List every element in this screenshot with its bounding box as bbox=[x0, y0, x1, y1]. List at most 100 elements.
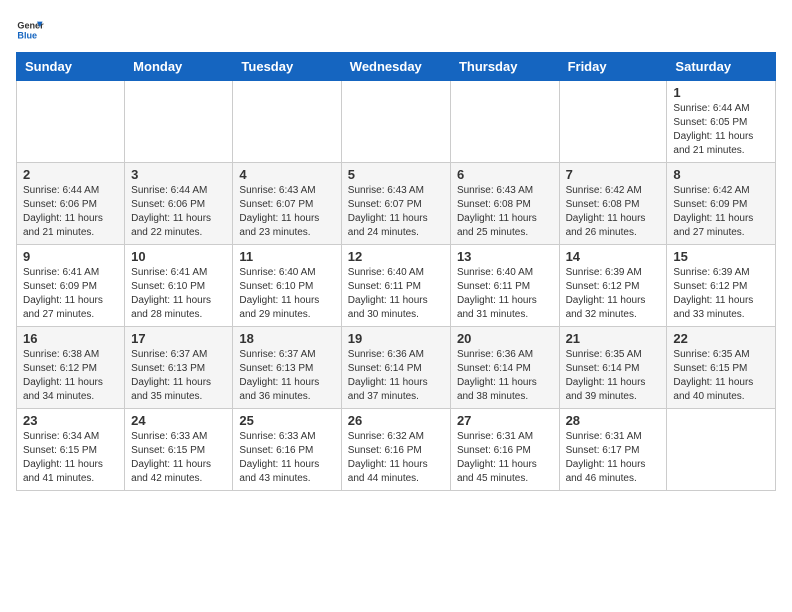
calendar-cell: 20 Sunrise: 6:36 AMSunset: 6:14 PMDayligh… bbox=[450, 327, 559, 409]
calendar-cell: 22 Sunrise: 6:35 AMSunset: 6:15 PMDayligh… bbox=[667, 327, 776, 409]
day-info: Sunrise: 6:41 AMSunset: 6:09 PMDaylight:… bbox=[23, 266, 118, 322]
calendar-cell bbox=[341, 81, 450, 163]
weekday-header-tuesday: Tuesday bbox=[233, 53, 341, 81]
calendar-cell: 11 Sunrise: 6:40 AMSunset: 6:10 PMDayligh… bbox=[233, 245, 341, 327]
calendar-cell bbox=[233, 81, 341, 163]
calendar-cell: 10 Sunrise: 6:41 AMSunset: 6:10 PMDayligh… bbox=[125, 245, 233, 327]
calendar-cell: 1 Sunrise: 6:44 AMSunset: 6:05 PMDaylight… bbox=[667, 81, 776, 163]
calendar-cell: 19 Sunrise: 6:36 AMSunset: 6:14 PMDayligh… bbox=[341, 327, 450, 409]
day-number: 11 bbox=[239, 249, 334, 264]
calendar-cell: 12 Sunrise: 6:40 AMSunset: 6:11 PMDayligh… bbox=[341, 245, 450, 327]
day-info: Sunrise: 6:42 AMSunset: 6:08 PMDaylight:… bbox=[566, 184, 661, 240]
day-info: Sunrise: 6:37 AMSunset: 6:13 PMDaylight:… bbox=[239, 348, 334, 404]
day-info: Sunrise: 6:40 AMSunset: 6:10 PMDaylight:… bbox=[239, 266, 334, 322]
day-info: Sunrise: 6:36 AMSunset: 6:14 PMDaylight:… bbox=[348, 348, 444, 404]
calendar-cell bbox=[17, 81, 125, 163]
day-number: 2 bbox=[23, 167, 118, 182]
day-number: 23 bbox=[23, 413, 118, 428]
day-info: Sunrise: 6:39 AMSunset: 6:12 PMDaylight:… bbox=[673, 266, 769, 322]
calendar-cell: 27 Sunrise: 6:31 AMSunset: 6:16 PMDayligh… bbox=[450, 409, 559, 491]
calendar-cell: 13 Sunrise: 6:40 AMSunset: 6:11 PMDayligh… bbox=[450, 245, 559, 327]
day-number: 25 bbox=[239, 413, 334, 428]
day-number: 4 bbox=[239, 167, 334, 182]
day-number: 16 bbox=[23, 331, 118, 346]
day-info: Sunrise: 6:35 AMSunset: 6:14 PMDaylight:… bbox=[566, 348, 661, 404]
day-number: 22 bbox=[673, 331, 769, 346]
day-info: Sunrise: 6:31 AMSunset: 6:17 PMDaylight:… bbox=[566, 430, 661, 486]
day-info: Sunrise: 6:38 AMSunset: 6:12 PMDaylight:… bbox=[23, 348, 118, 404]
calendar-cell: 18 Sunrise: 6:37 AMSunset: 6:13 PMDayligh… bbox=[233, 327, 341, 409]
day-number: 19 bbox=[348, 331, 444, 346]
day-info: Sunrise: 6:36 AMSunset: 6:14 PMDaylight:… bbox=[457, 348, 553, 404]
svg-text:Blue: Blue bbox=[17, 30, 37, 40]
day-info: Sunrise: 6:35 AMSunset: 6:15 PMDaylight:… bbox=[673, 348, 769, 404]
day-number: 13 bbox=[457, 249, 553, 264]
weekday-header-saturday: Saturday bbox=[667, 53, 776, 81]
logo-icon: General Blue bbox=[16, 16, 44, 44]
day-number: 6 bbox=[457, 167, 553, 182]
day-info: Sunrise: 6:32 AMSunset: 6:16 PMDaylight:… bbox=[348, 430, 444, 486]
day-info: Sunrise: 6:40 AMSunset: 6:11 PMDaylight:… bbox=[457, 266, 553, 322]
weekday-header-thursday: Thursday bbox=[450, 53, 559, 81]
calendar-cell bbox=[559, 81, 667, 163]
day-number: 17 bbox=[131, 331, 226, 346]
calendar-cell: 3 Sunrise: 6:44 AMSunset: 6:06 PMDaylight… bbox=[125, 163, 233, 245]
week-row-5: 23Sunrise: 6:34 AMSunset: 6:15 PMDayligh… bbox=[17, 409, 776, 491]
calendar-cell: 16 Sunrise: 6:38 AMSunset: 6:12 PMDayligh… bbox=[17, 327, 125, 409]
day-number: 9 bbox=[23, 249, 118, 264]
day-number: 20 bbox=[457, 331, 553, 346]
day-info: Sunrise: 6:44 AMSunset: 6:06 PMDaylight:… bbox=[23, 184, 118, 240]
calendar-cell bbox=[125, 81, 233, 163]
day-number: 10 bbox=[131, 249, 226, 264]
header: General Blue bbox=[16, 16, 776, 44]
day-number: 12 bbox=[348, 249, 444, 264]
week-row-1: 1 Sunrise: 6:44 AMSunset: 6:05 PMDaylight… bbox=[17, 81, 776, 163]
calendar-table: SundayMondayTuesdayWednesdayThursdayFrid… bbox=[16, 52, 776, 491]
day-info: Sunrise: 6:39 AMSunset: 6:12 PMDaylight:… bbox=[566, 266, 661, 322]
day-number: 24 bbox=[131, 413, 226, 428]
day-number: 3 bbox=[131, 167, 226, 182]
calendar-cell: 8 Sunrise: 6:42 AMSunset: 6:09 PMDaylight… bbox=[667, 163, 776, 245]
weekday-header-friday: Friday bbox=[559, 53, 667, 81]
calendar-cell: 4 Sunrise: 6:43 AMSunset: 6:07 PMDaylight… bbox=[233, 163, 341, 245]
day-number: 15 bbox=[673, 249, 769, 264]
calendar-cell: 17 Sunrise: 6:37 AMSunset: 6:13 PMDayligh… bbox=[125, 327, 233, 409]
day-info: Sunrise: 6:42 AMSunset: 6:09 PMDaylight:… bbox=[673, 184, 769, 240]
day-number: 27 bbox=[457, 413, 553, 428]
day-number: 5 bbox=[348, 167, 444, 182]
day-info: Sunrise: 6:40 AMSunset: 6:11 PMDaylight:… bbox=[348, 266, 444, 322]
day-number: 21 bbox=[566, 331, 661, 346]
day-number: 7 bbox=[566, 167, 661, 182]
day-number: 14 bbox=[566, 249, 661, 264]
weekday-header-row: SundayMondayTuesdayWednesdayThursdayFrid… bbox=[17, 53, 776, 81]
day-info: Sunrise: 6:43 AMSunset: 6:08 PMDaylight:… bbox=[457, 184, 553, 240]
calendar-cell: 15 Sunrise: 6:39 AMSunset: 6:12 PMDayligh… bbox=[667, 245, 776, 327]
day-info: Sunrise: 6:44 AMSunset: 6:05 PMDaylight:… bbox=[673, 102, 769, 158]
calendar-cell: 23Sunrise: 6:34 AMSunset: 6:15 PMDayligh… bbox=[17, 409, 125, 491]
day-number: 1 bbox=[673, 85, 769, 100]
logo: General Blue bbox=[16, 16, 44, 44]
day-number: 8 bbox=[673, 167, 769, 182]
day-info: Sunrise: 6:43 AMSunset: 6:07 PMDaylight:… bbox=[239, 184, 334, 240]
week-row-4: 16 Sunrise: 6:38 AMSunset: 6:12 PMDayligh… bbox=[17, 327, 776, 409]
calendar-cell: 5Sunrise: 6:43 AMSunset: 6:07 PMDaylight… bbox=[341, 163, 450, 245]
calendar-cell bbox=[450, 81, 559, 163]
day-info: Sunrise: 6:41 AMSunset: 6:10 PMDaylight:… bbox=[131, 266, 226, 322]
day-info: Sunrise: 6:37 AMSunset: 6:13 PMDaylight:… bbox=[131, 348, 226, 404]
week-row-2: 2 Sunrise: 6:44 AMSunset: 6:06 PMDaylight… bbox=[17, 163, 776, 245]
weekday-header-sunday: Sunday bbox=[17, 53, 125, 81]
calendar-cell: 21 Sunrise: 6:35 AMSunset: 6:14 PMDayligh… bbox=[559, 327, 667, 409]
calendar-cell: 28 Sunrise: 6:31 AMSunset: 6:17 PMDayligh… bbox=[559, 409, 667, 491]
day-number: 28 bbox=[566, 413, 661, 428]
calendar-cell: 9 Sunrise: 6:41 AMSunset: 6:09 PMDaylight… bbox=[17, 245, 125, 327]
calendar-cell: 24Sunrise: 6:33 AMSunset: 6:15 PMDayligh… bbox=[125, 409, 233, 491]
calendar-cell: 6 Sunrise: 6:43 AMSunset: 6:08 PMDaylight… bbox=[450, 163, 559, 245]
calendar-cell bbox=[667, 409, 776, 491]
weekday-header-wednesday: Wednesday bbox=[341, 53, 450, 81]
day-number: 18 bbox=[239, 331, 334, 346]
day-info: Sunrise: 6:31 AMSunset: 6:16 PMDaylight:… bbox=[457, 430, 553, 486]
day-info: Sunrise: 6:44 AMSunset: 6:06 PMDaylight:… bbox=[131, 184, 226, 240]
calendar-cell: 26 Sunrise: 6:32 AMSunset: 6:16 PMDayligh… bbox=[341, 409, 450, 491]
calendar-cell: 25Sunrise: 6:33 AMSunset: 6:16 PMDayligh… bbox=[233, 409, 341, 491]
day-number: 26 bbox=[348, 413, 444, 428]
